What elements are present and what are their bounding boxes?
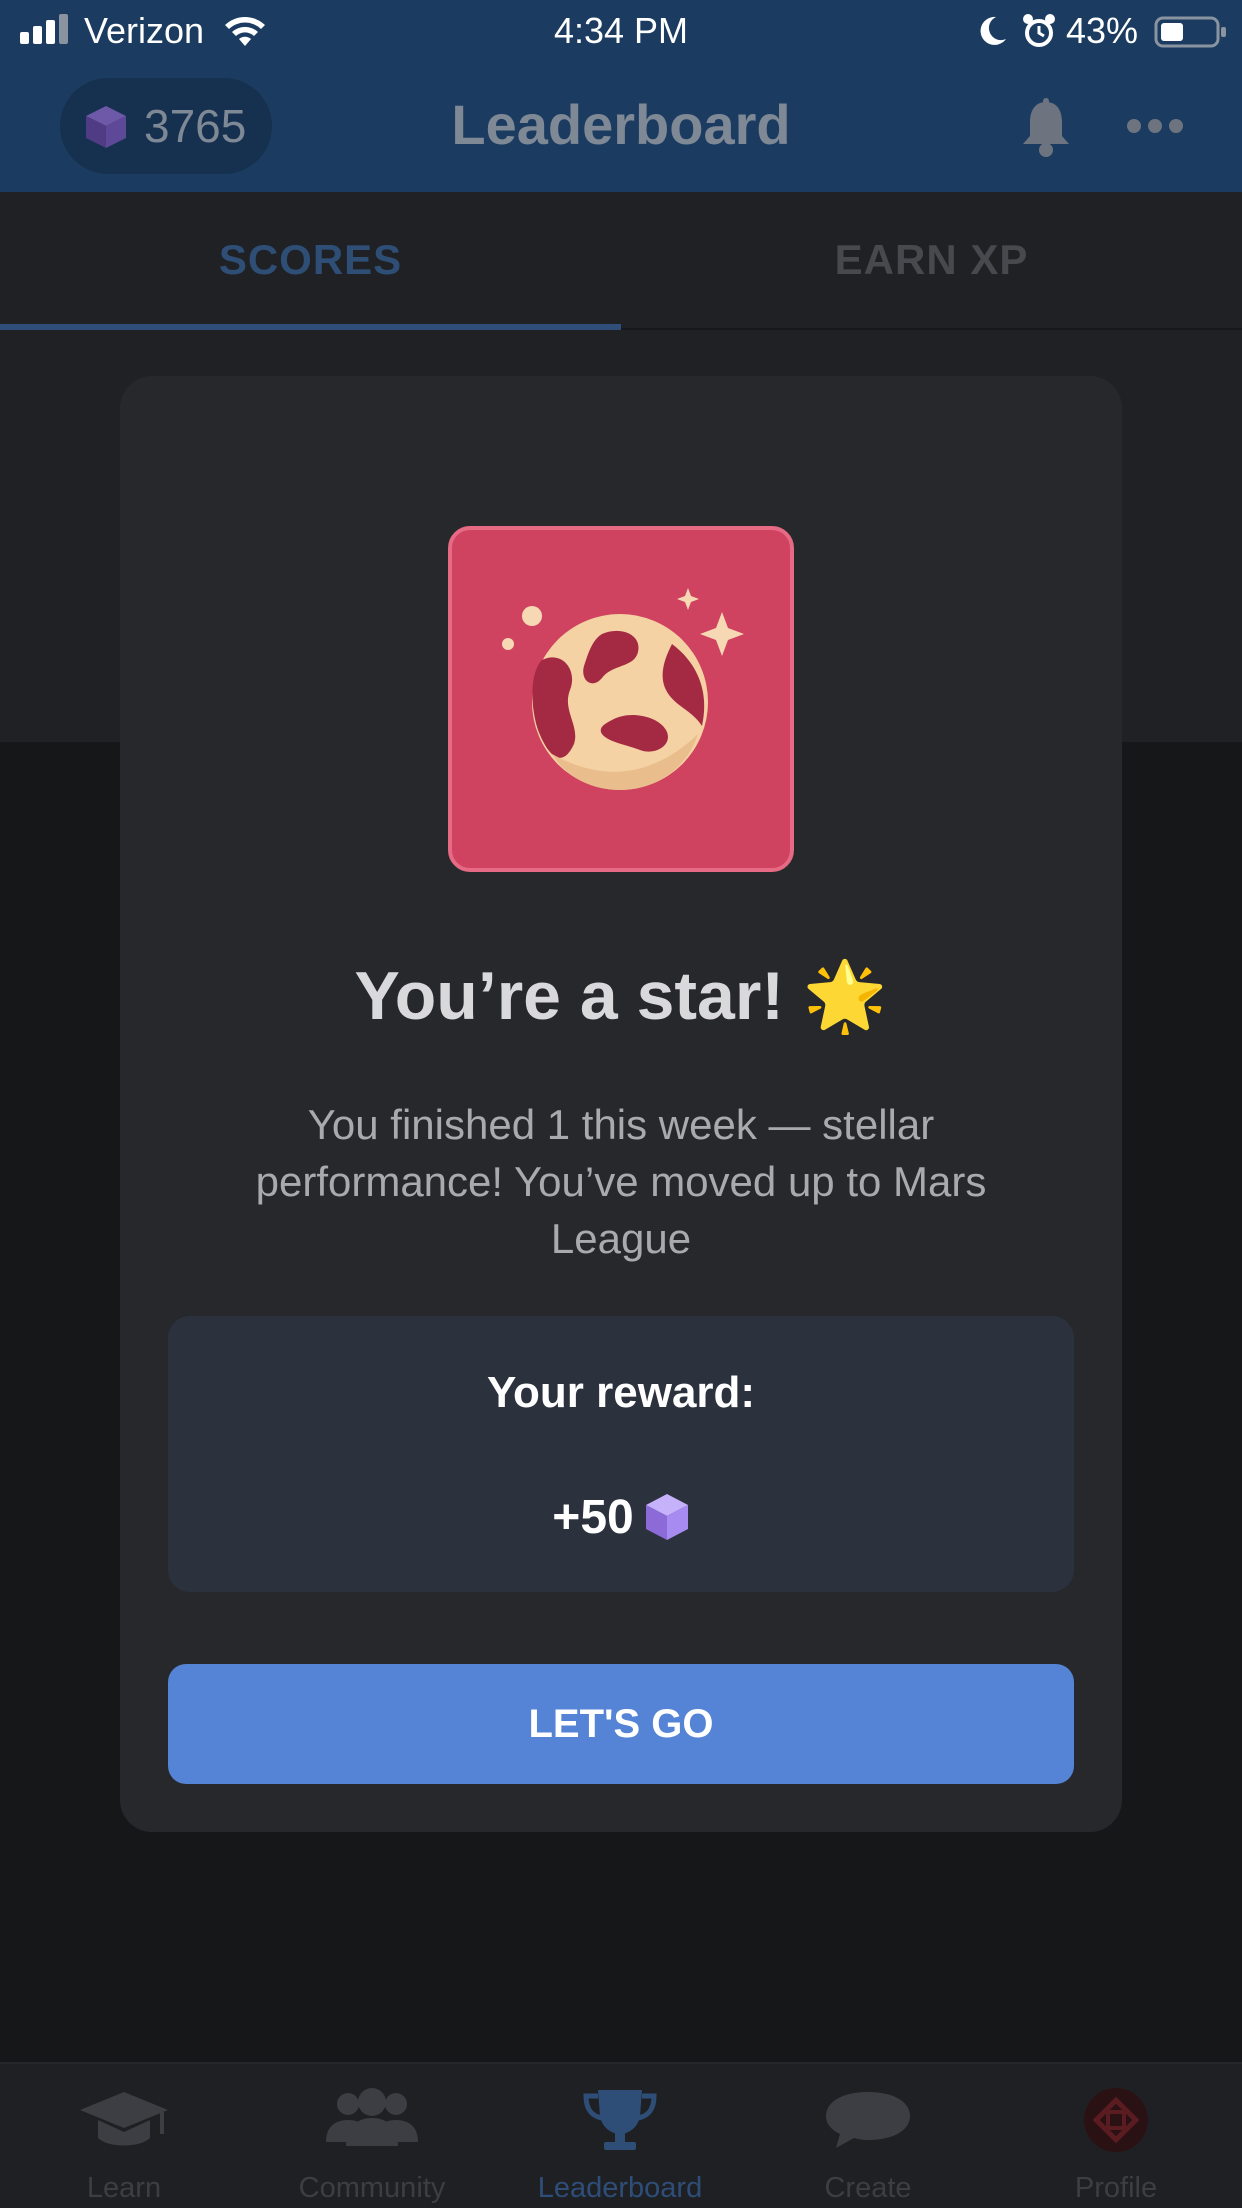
moon-icon (980, 16, 1006, 45)
alarm-icon (1023, 14, 1055, 47)
trophy-icon (583, 2090, 657, 2150)
tab-earn-xp[interactable]: EARN XP (621, 192, 1242, 332)
battery-icon (1154, 16, 1226, 48)
lets-go-button[interactable]: LET'S GO (168, 1664, 1074, 1784)
nav-item-leaderboard[interactable]: Leaderboard (496, 2064, 744, 2208)
graduation-cap-icon (80, 2092, 168, 2146)
battery-percent: 43% (1066, 10, 1139, 51)
nav-item-community[interactable]: Community (248, 2064, 496, 2208)
league-promotion-dialog: You’re a star! 🌟 You finished 1 this wee… (120, 376, 1122, 1832)
nav-label-profile: Profile (1074, 2172, 1158, 2204)
nav-label-learn: Learn (86, 2172, 162, 2204)
tab-divider (621, 328, 1242, 330)
reward-label: Your reward: (486, 1368, 756, 1417)
reward-amount: +50 (552, 1490, 634, 1544)
nav-label-create: Create (824, 2172, 912, 2204)
chat-bubble-icon (826, 2092, 910, 2148)
bell-icon[interactable] (1018, 98, 1074, 158)
people-icon (326, 2088, 418, 2146)
reward-row: +50 (168, 1482, 1074, 1552)
tab-scores[interactable]: SCORES (0, 192, 621, 332)
app-header: 3765 Leaderboard (0, 62, 1242, 192)
dialog-title: You’re a star! 🌟 (354, 958, 888, 1034)
active-tab-indicator (0, 324, 621, 330)
league-badge (448, 526, 794, 872)
nav-label-leaderboard: Leaderboard (537, 2172, 703, 2204)
tab-bar: SCORES EARN XP (0, 192, 1242, 332)
mars-planet-icon (502, 588, 744, 790)
avatar-icon (1084, 2088, 1148, 2152)
bottom-nav: Learn Community Leaderboard Create Profi… (0, 2062, 1242, 2208)
gem-icon (645, 1494, 688, 1540)
dialog-message: You finished 1 this week — stellar perfo… (255, 1101, 987, 1262)
nav-label-community: Community (298, 2172, 446, 2204)
status-bar: Verizon 4:34 PM 43% (0, 0, 1242, 62)
more-icon[interactable] (1126, 116, 1184, 136)
nav-item-profile[interactable]: Profile (992, 2064, 1240, 2208)
nav-item-learn[interactable]: Learn (0, 2064, 248, 2208)
reward-card: Your reward: +50 (168, 1316, 1074, 1592)
nav-item-create[interactable]: Create (744, 2064, 992, 2208)
